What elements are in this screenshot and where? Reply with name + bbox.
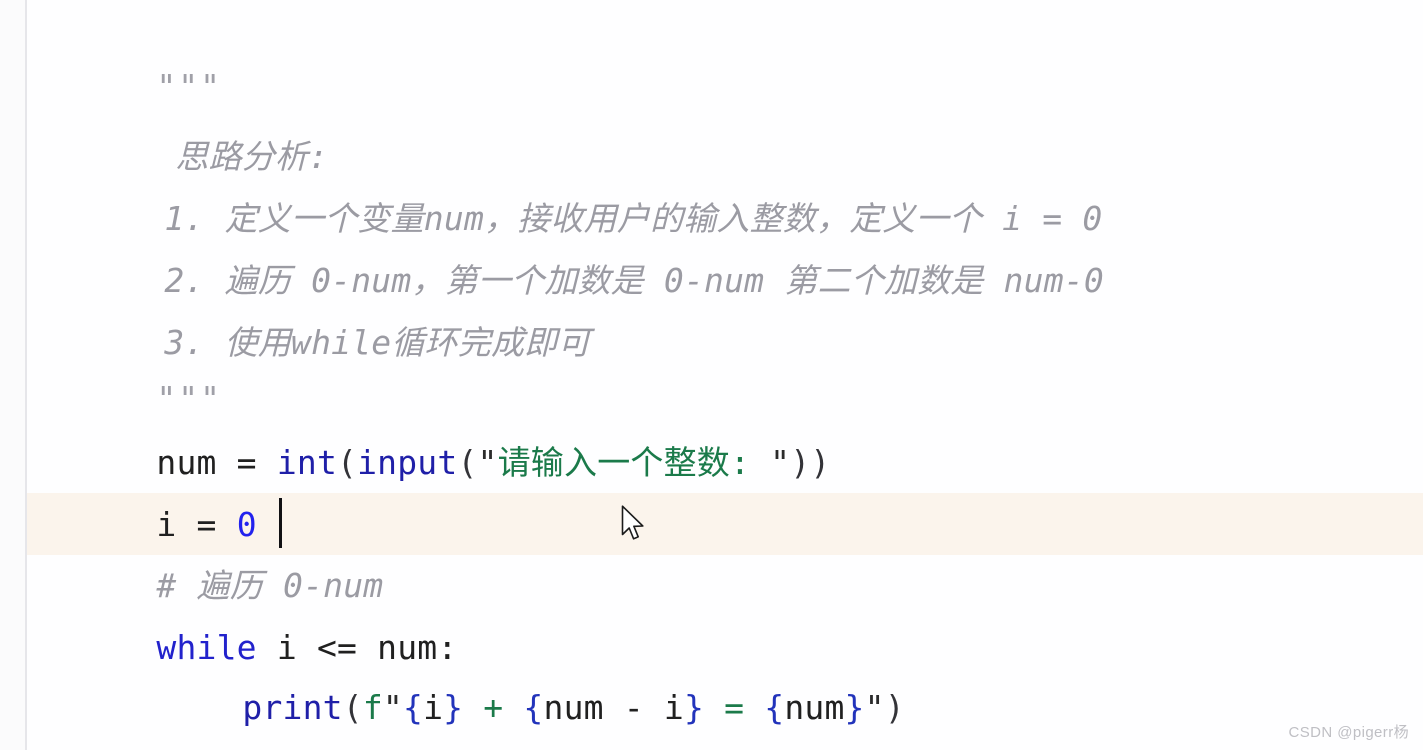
token-brace-expr-open: { (523, 688, 544, 727)
token-brace-i-close: } (443, 688, 464, 727)
code-lines: """ 思路分析: 1. 定义一个变量num，接收用户的输入整数，定义一个 i … (0, 0, 1423, 750)
token-fstring-prefix: f (362, 688, 383, 727)
code-line-docstring-item-1[interactable]: 1. 定义一个变量num，接收用户的输入整数，定义一个 i = 0 (44, 126, 1102, 238)
token-brace-expr-close: } (683, 688, 705, 727)
token-prompt-string: 请输入一个整数: (497, 443, 771, 482)
code-editor-screenshot: """ 思路分析: 1. 定义一个变量num，接收用户的输入整数，定义一个 i … (0, 0, 1423, 750)
code-line-comment-active[interactable]: # 遍历 0-num (36, 493, 383, 605)
token-fexpr-num-minus-i: num - i (543, 688, 684, 727)
text-caret (279, 498, 282, 548)
watermark-label: CSDN @pigerr杨 (1288, 724, 1409, 741)
token-brace-num-open: { (764, 688, 785, 727)
token-paren-close: )) (790, 443, 831, 482)
token-fstring-equals: = (704, 688, 765, 727)
token-fstring-plus: + (463, 688, 524, 727)
token-fexpr-num: num (784, 688, 845, 727)
token-brace-i-open: { (402, 688, 424, 727)
code-line-increment[interactable]: i += 1 (122, 677, 363, 739)
token-brace-num-close: } (844, 688, 865, 727)
token-quote-open: " (477, 443, 498, 482)
code-line-docstring-title[interactable]: 思路分析: (55, 64, 328, 176)
code-line-while[interactable]: while i <= num: (36, 555, 457, 667)
token-fstring-quote-close: " (864, 688, 885, 727)
token-input-builtin: input (357, 443, 458, 482)
token-paren-open-2: ( (457, 443, 478, 482)
docstring-item-3-text: 3. 使用while循环完成即可 (164, 323, 591, 362)
token-print-paren-close: ) (884, 688, 905, 727)
code-line-print[interactable]: print(f"{i} + {num - i} = {num}") (122, 615, 905, 727)
token-fstring-quote-open: " (382, 688, 403, 727)
token-fexpr-i: i (423, 688, 444, 727)
token-quote-close: " (770, 443, 791, 482)
code-line-num-assign[interactable]: num = int(input("请输入一个整数: ")) (36, 370, 830, 482)
mouse-pointer-icon (621, 505, 647, 543)
token-paren-open-1: ( (337, 443, 358, 482)
code-line-docstring-item-2[interactable]: 2. 遍历 0-num，第一个加数是 0-num 第二个加数是 num-0 (44, 188, 1104, 300)
code-line-i-assign[interactable]: i = 0 (36, 432, 257, 544)
token-int-builtin: int (276, 443, 338, 482)
code-line-docstring-close[interactable]: """ (36, 306, 222, 418)
code-line-docstring-open[interactable]: """ (36, 0, 222, 106)
code-line-docstring-item-3[interactable]: 3. 使用while循环完成即可 (44, 250, 591, 362)
